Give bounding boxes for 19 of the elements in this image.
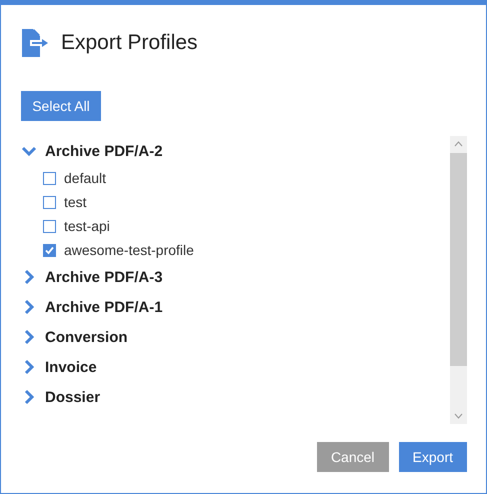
document-export-icon (21, 29, 49, 57)
profile-label[interactable]: test (64, 194, 87, 210)
profile-label[interactable]: awesome-test-profile (64, 242, 194, 258)
group-label[interactable]: Archive PDF/A-1 (45, 298, 163, 316)
checkbox[interactable] (43, 196, 56, 208)
scrollbar[interactable] (450, 136, 467, 424)
checkbox[interactable] (43, 244, 56, 256)
profile-label[interactable]: test-api (64, 218, 110, 234)
group-label[interactable]: Dossier (45, 388, 100, 406)
select-all-button[interactable]: Select All (21, 91, 101, 121)
export-button[interactable]: Export (398, 442, 467, 472)
dialog-title: Export Profiles (61, 31, 198, 55)
group-label[interactable]: Conversion (45, 328, 128, 346)
checkbox[interactable] (43, 172, 56, 184)
group-label[interactable]: Invoice (45, 358, 97, 376)
group-label[interactable]: Archive PDF/A-3 (45, 268, 163, 286)
group-label[interactable]: Archive PDF/A-2 (45, 142, 163, 160)
profile-label[interactable]: default (64, 170, 106, 186)
checkbox[interactable] (43, 220, 56, 232)
